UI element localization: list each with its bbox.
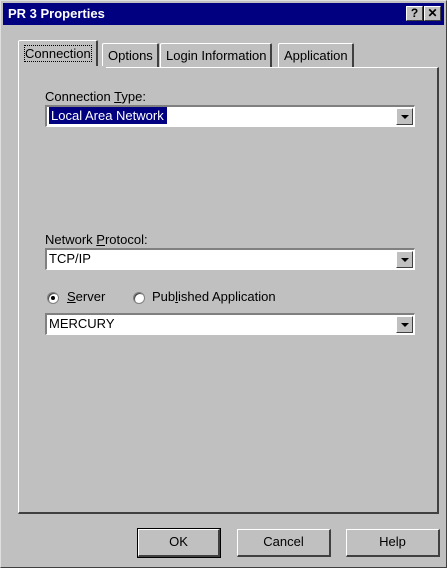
cancel-button[interactable]: Cancel <box>237 529 331 557</box>
tab-login-information[interactable]: Login Information <box>160 43 273 67</box>
connection-type-value: Local Area Network <box>49 107 167 124</box>
help-button[interactable]: Help <box>346 529 440 557</box>
server-radio-label[interactable]: Server <box>67 289 105 304</box>
network-protocol-label: Network Protocol: <box>45 232 148 247</box>
tab-login-information-label: Login Information <box>166 48 267 63</box>
active-tab-joiner <box>22 66 106 69</box>
help-caption-button[interactable]: ? <box>406 6 423 21</box>
tab-options-label: Options <box>108 48 153 63</box>
server-radio[interactable] <box>47 292 59 304</box>
tab-connection[interactable]: Connection <box>18 40 98 69</box>
published-application-radio-label[interactable]: Published Application <box>152 289 276 304</box>
tab-options[interactable]: Options <box>102 43 159 67</box>
tab-application-label: Application <box>284 48 348 63</box>
network-protocol-select[interactable]: TCP/IP <box>45 248 415 270</box>
published-application-radio[interactable] <box>133 292 145 304</box>
server-dropdown-button[interactable] <box>396 316 413 333</box>
close-button[interactable]: ✕ <box>424 6 441 21</box>
chevron-down-icon <box>401 258 409 262</box>
tab-application[interactable]: Application <box>278 43 354 67</box>
properties-dialog: PR 3 Properties ? ✕ Options Login Inform… <box>0 0 447 568</box>
chevron-down-icon <box>401 323 409 327</box>
server-value: MERCURY <box>49 316 115 331</box>
title-bar[interactable]: PR 3 Properties ? ✕ <box>3 3 444 25</box>
network-protocol-dropdown-button[interactable] <box>396 251 413 268</box>
window-title: PR 3 Properties <box>8 6 105 21</box>
connection-type-select[interactable]: Local Area Network <box>45 105 415 127</box>
ok-button[interactable]: OK <box>137 528 221 558</box>
connection-type-label: Connection Type: <box>45 89 146 104</box>
network-protocol-value: TCP/IP <box>49 251 91 266</box>
server-select[interactable]: MERCURY <box>45 313 415 335</box>
tab-connection-label: Connection <box>24 45 92 62</box>
connection-type-dropdown-button[interactable] <box>396 108 413 125</box>
chevron-down-icon <box>401 115 409 119</box>
